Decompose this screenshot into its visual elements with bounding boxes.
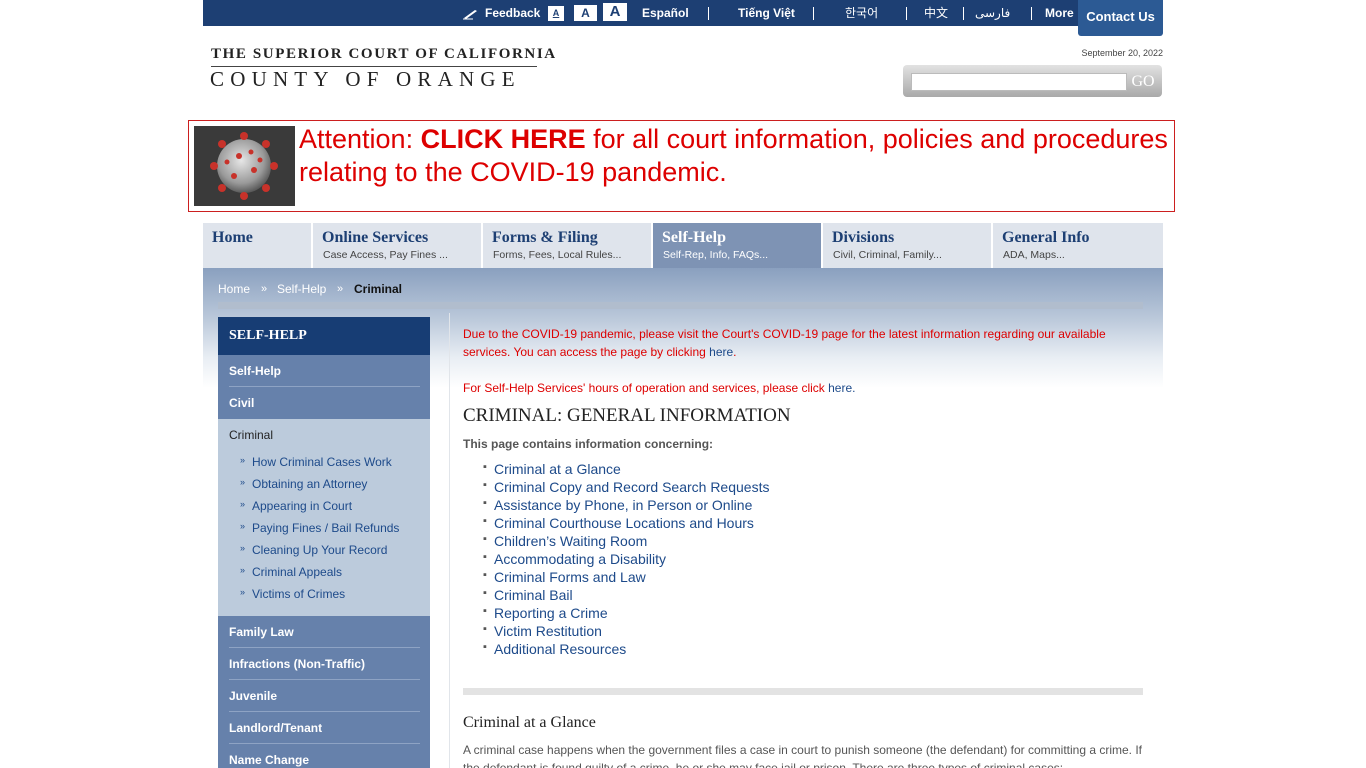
more-languages-link[interactable]: More bbox=[1045, 0, 1074, 26]
sidebar-item-civil[interactable]: Civil bbox=[218, 387, 430, 419]
font-size-small-button[interactable]: A bbox=[548, 6, 564, 21]
current-date: September 20, 2022 bbox=[1081, 48, 1163, 58]
sidebar-item-name-change[interactable]: Name Change bbox=[218, 744, 430, 768]
contact-us-button[interactable]: Contact Us bbox=[1078, 0, 1163, 36]
covid-click-here-link[interactable]: CLICK HERE bbox=[421, 124, 586, 154]
covid-page-link[interactable]: here bbox=[709, 345, 733, 359]
nav-tab-home[interactable]: Home bbox=[203, 223, 311, 268]
breadcrumb-home[interactable]: Home bbox=[218, 282, 250, 296]
sidebar-item-self-help[interactable]: Self-Help bbox=[218, 355, 430, 387]
language-farsi[interactable]: فارسی bbox=[975, 0, 1010, 26]
double-chevron-right-icon: » bbox=[240, 521, 246, 531]
breadcrumb-separator: » bbox=[261, 283, 268, 295]
covid-alert-text: Attention: CLICK HERE for all court info… bbox=[299, 124, 1168, 187]
language-espanol[interactable]: Español bbox=[642, 0, 689, 26]
court-logo-line1[interactable]: THE SUPERIOR COURT OF CALIFORNIA bbox=[211, 46, 557, 63]
language-korean[interactable]: 한국어 bbox=[845, 0, 878, 26]
breadcrumb-separator: » bbox=[337, 283, 344, 295]
court-logo-line2[interactable]: COUNTY OF ORANGE bbox=[210, 67, 521, 92]
divider bbox=[963, 7, 964, 20]
breadcrumb-rule bbox=[218, 302, 1143, 309]
double-chevron-right-icon: » bbox=[240, 587, 246, 597]
sidebar-item-infractions[interactable]: Infractions (Non-Traffic) bbox=[218, 648, 430, 680]
nav-tab-forms-filing[interactable]: Forms & Filing Forms, Fees, Local Rules.… bbox=[483, 223, 651, 268]
divider bbox=[813, 7, 814, 20]
nav-tab-general-info[interactable]: General Info ADA, Maps... bbox=[993, 223, 1163, 268]
covid-notice: Due to the COVID-19 pandemic, please vis… bbox=[463, 327, 1106, 359]
coronavirus-image bbox=[194, 126, 295, 206]
double-chevron-right-icon: » bbox=[240, 543, 246, 553]
breadcrumb-self-help[interactable]: Self-Help bbox=[277, 282, 326, 296]
language-vietnamese[interactable]: Tiếng Việt bbox=[738, 0, 795, 26]
pen-icon bbox=[463, 10, 477, 20]
section-divider bbox=[463, 688, 1143, 695]
breadcrumb-current: Criminal bbox=[354, 282, 403, 296]
search-go-button[interactable]: GO bbox=[1127, 71, 1159, 93]
sidebar-item-family-law[interactable]: Family Law bbox=[218, 616, 430, 648]
hours-link[interactable]: here bbox=[828, 381, 852, 395]
nav-tab-divisions[interactable]: Divisions Civil, Criminal, Family... bbox=[823, 223, 991, 268]
sidebar-open-section: Criminal » How Criminal Cases Work » Obtai… bbox=[218, 419, 430, 616]
divider bbox=[708, 7, 709, 20]
section-text: A criminal case happens when the governm… bbox=[463, 743, 1143, 768]
sidebar-item-landlord-tenant[interactable]: Landlord/Tenant bbox=[218, 712, 430, 744]
section-title: Criminal at a Glance bbox=[463, 714, 596, 731]
nav-tab-online-services[interactable]: Online Services Case Access, Pay Fines .… bbox=[313, 223, 481, 268]
nav-tab-self-help[interactable]: Self-Help Self-Rep, Info, FAQs... bbox=[653, 223, 821, 268]
double-chevron-right-icon: » bbox=[240, 565, 246, 575]
divider bbox=[1031, 7, 1032, 20]
sidebar-item-juvenile[interactable]: Juvenile bbox=[218, 680, 430, 712]
double-chevron-right-icon: » bbox=[240, 477, 246, 487]
hours-notice: For Self-Help Services' hours of operati… bbox=[463, 381, 856, 395]
intro-text: This page contains information concernin… bbox=[463, 437, 714, 451]
sidebar-item-criminal[interactable]: Criminal bbox=[229, 428, 273, 442]
feedback-link[interactable]: Feedback bbox=[463, 0, 540, 26]
double-chevron-right-icon: » bbox=[240, 455, 246, 465]
font-size-large-button[interactable]: A bbox=[603, 3, 627, 21]
font-size-medium-button[interactable]: A bbox=[574, 5, 597, 21]
search-box: GO bbox=[903, 65, 1162, 97]
divider bbox=[906, 7, 907, 20]
sidebar-heading[interactable]: SELF-HELP bbox=[218, 317, 430, 355]
utility-bar: Feedback A A A Español Tiếng Việt 한국어 中文… bbox=[203, 0, 1163, 26]
search-input[interactable] bbox=[911, 73, 1127, 91]
page-title: CRIMINAL: GENERAL INFORMATION bbox=[463, 405, 791, 426]
content-divider bbox=[449, 313, 450, 768]
double-chevron-right-icon: » bbox=[240, 499, 246, 509]
covid-alert-banner: Attention: CLICK HERE for all court info… bbox=[188, 120, 1175, 212]
language-chinese[interactable]: 中文 bbox=[924, 0, 948, 26]
